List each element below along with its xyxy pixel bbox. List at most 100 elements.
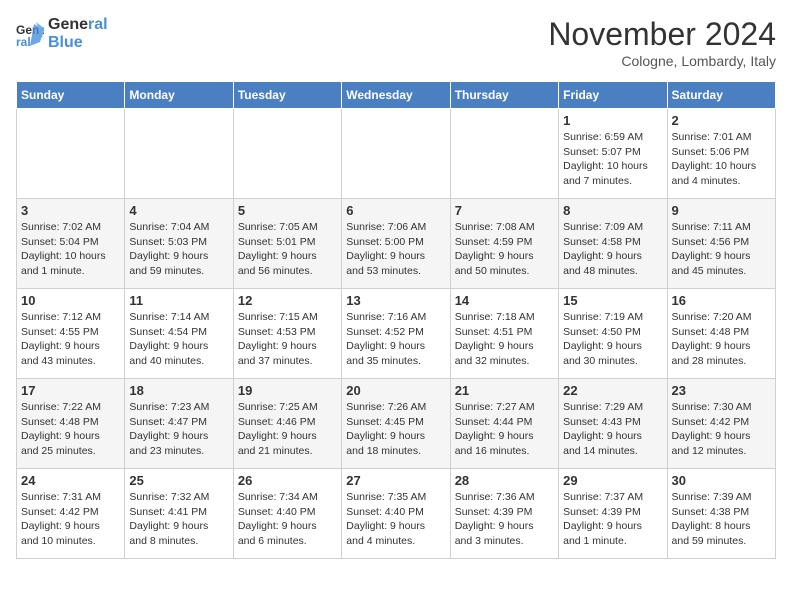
day-info: Sunrise: 7:34 AM Sunset: 4:40 PM Dayligh… <box>238 490 337 549</box>
calendar-cell: 25 Sunrise: 7:32 AM Sunset: 4:41 PM Dayli… <box>125 469 233 559</box>
calendar-cell <box>342 109 450 199</box>
calendar-cell: 27Sunrise: 7:35 AM Sunset: 4:40 PM Dayli… <box>342 469 450 559</box>
day-number: 8 <box>563 203 662 218</box>
svg-text:ral: ral <box>16 35 31 48</box>
day-info: Sunrise: 7:29 AM Sunset: 4:43 PM Dayligh… <box>563 400 662 459</box>
day-info: Sunrise: 7:37 AM Sunset: 4:39 PM Dayligh… <box>563 490 662 549</box>
day-number: 10 <box>21 293 120 308</box>
day-info: Sunrise: 7:23 AM Sunset: 4:47 PM Dayligh… <box>129 400 228 459</box>
calendar-cell <box>450 109 558 199</box>
day-number: 11 <box>129 293 228 308</box>
day-number: 14 <box>455 293 554 308</box>
month-title: November 2024 <box>548 16 776 53</box>
day-number: 12 <box>238 293 337 308</box>
calendar-cell: 8 Sunrise: 7:09 AM Sunset: 4:58 PM Daylig… <box>559 199 667 289</box>
day-info: Sunrise: 7:26 AM Sunset: 4:45 PM Dayligh… <box>346 400 445 459</box>
calendar-cell: 6Sunrise: 7:06 AM Sunset: 5:00 PM Daylig… <box>342 199 450 289</box>
weekday-header-row: SundayMondayTuesdayWednesdayThursdayFrid… <box>17 82 776 109</box>
day-info: Sunrise: 7:39 AM Sunset: 4:38 PM Dayligh… <box>672 490 771 549</box>
day-number: 3 <box>21 203 120 218</box>
calendar-cell: 26 Sunrise: 7:34 AM Sunset: 4:40 PM Dayli… <box>233 469 341 559</box>
day-info: Sunrise: 7:09 AM Sunset: 4:58 PM Dayligh… <box>563 220 662 279</box>
calendar-cell: 3 Sunrise: 7:02 AM Sunset: 5:04 PM Daylig… <box>17 199 125 289</box>
logo-icon: Gene ral <box>16 20 44 48</box>
calendar-cell: 22 Sunrise: 7:29 AM Sunset: 4:43 PM Dayli… <box>559 379 667 469</box>
calendar-cell: 18 Sunrise: 7:23 AM Sunset: 4:47 PM Dayli… <box>125 379 233 469</box>
calendar-cell: 16Sunrise: 7:20 AM Sunset: 4:48 PM Dayli… <box>667 289 775 379</box>
day-info: Sunrise: 7:14 AM Sunset: 4:54 PM Dayligh… <box>129 310 228 369</box>
day-info: Sunrise: 7:15 AM Sunset: 4:53 PM Dayligh… <box>238 310 337 369</box>
calendar-cell: 28 Sunrise: 7:36 AM Sunset: 4:39 PM Dayli… <box>450 469 558 559</box>
day-info: Sunrise: 7:11 AM Sunset: 4:56 PM Dayligh… <box>672 220 771 279</box>
weekday-header: Wednesday <box>342 82 450 109</box>
day-number: 5 <box>238 203 337 218</box>
page-header: Gene ral General Blue November 2024 Colo… <box>16 16 776 69</box>
day-number: 7 <box>455 203 554 218</box>
day-info: Sunrise: 6:59 AM Sunset: 5:07 PM Dayligh… <box>563 130 662 189</box>
day-info: Sunrise: 7:30 AM Sunset: 4:42 PM Dayligh… <box>672 400 771 459</box>
calendar-week-row: 1 Sunrise: 6:59 AM Sunset: 5:07 PM Daylig… <box>17 109 776 199</box>
day-number: 30 <box>672 473 771 488</box>
calendar-cell <box>125 109 233 199</box>
day-info: Sunrise: 7:05 AM Sunset: 5:01 PM Dayligh… <box>238 220 337 279</box>
day-info: Sunrise: 7:04 AM Sunset: 5:03 PM Dayligh… <box>129 220 228 279</box>
day-number: 15 <box>563 293 662 308</box>
day-info: Sunrise: 7:27 AM Sunset: 4:44 PM Dayligh… <box>455 400 554 459</box>
day-number: 22 <box>563 383 662 398</box>
day-info: Sunrise: 7:12 AM Sunset: 4:55 PM Dayligh… <box>21 310 120 369</box>
calendar-cell: 30 Sunrise: 7:39 AM Sunset: 4:38 PM Dayli… <box>667 469 775 559</box>
day-number: 19 <box>238 383 337 398</box>
calendar-cell: 20 Sunrise: 7:26 AM Sunset: 4:45 PM Dayli… <box>342 379 450 469</box>
day-info: Sunrise: 7:02 AM Sunset: 5:04 PM Dayligh… <box>21 220 120 279</box>
calendar-week-row: 24 Sunrise: 7:31 AM Sunset: 4:42 PM Dayli… <box>17 469 776 559</box>
day-info: Sunrise: 7:35 AM Sunset: 4:40 PM Dayligh… <box>346 490 445 549</box>
weekday-header: Thursday <box>450 82 558 109</box>
calendar-cell <box>17 109 125 199</box>
day-number: 26 <box>238 473 337 488</box>
day-number: 17 <box>21 383 120 398</box>
day-number: 21 <box>455 383 554 398</box>
location-subtitle: Cologne, Lombardy, Italy <box>548 53 776 69</box>
day-number: 9 <box>672 203 771 218</box>
day-info: Sunrise: 7:22 AM Sunset: 4:48 PM Dayligh… <box>21 400 120 459</box>
weekday-header: Friday <box>559 82 667 109</box>
calendar-cell: 4 Sunrise: 7:04 AM Sunset: 5:03 PM Daylig… <box>125 199 233 289</box>
calendar-cell: 24 Sunrise: 7:31 AM Sunset: 4:42 PM Dayli… <box>17 469 125 559</box>
calendar-cell: 13 Sunrise: 7:16 AM Sunset: 4:52 PM Dayli… <box>342 289 450 379</box>
day-info: Sunrise: 7:32 AM Sunset: 4:41 PM Dayligh… <box>129 490 228 549</box>
day-number: 20 <box>346 383 445 398</box>
day-number: 1 <box>563 113 662 128</box>
logo: Gene ral General Blue <box>16 16 108 51</box>
weekday-header: Tuesday <box>233 82 341 109</box>
day-number: 4 <box>129 203 228 218</box>
logo-blue: Blue <box>48 34 108 52</box>
calendar-cell: 29Sunrise: 7:37 AM Sunset: 4:39 PM Dayli… <box>559 469 667 559</box>
day-info: Sunrise: 7:08 AM Sunset: 4:59 PM Dayligh… <box>455 220 554 279</box>
calendar-cell: 15 Sunrise: 7:19 AM Sunset: 4:50 PM Dayli… <box>559 289 667 379</box>
calendar-cell: 23Sunrise: 7:30 AM Sunset: 4:42 PM Dayli… <box>667 379 775 469</box>
day-info: Sunrise: 7:36 AM Sunset: 4:39 PM Dayligh… <box>455 490 554 549</box>
calendar-week-row: 10 Sunrise: 7:12 AM Sunset: 4:55 PM Dayli… <box>17 289 776 379</box>
day-number: 18 <box>129 383 228 398</box>
calendar-cell: 17 Sunrise: 7:22 AM Sunset: 4:48 PM Dayli… <box>17 379 125 469</box>
day-number: 13 <box>346 293 445 308</box>
calendar-week-row: 3 Sunrise: 7:02 AM Sunset: 5:04 PM Daylig… <box>17 199 776 289</box>
day-info: Sunrise: 7:25 AM Sunset: 4:46 PM Dayligh… <box>238 400 337 459</box>
calendar-cell: 10 Sunrise: 7:12 AM Sunset: 4:55 PM Dayli… <box>17 289 125 379</box>
calendar-cell: 7 Sunrise: 7:08 AM Sunset: 4:59 PM Daylig… <box>450 199 558 289</box>
day-number: 16 <box>672 293 771 308</box>
calendar-cell: 21 Sunrise: 7:27 AM Sunset: 4:44 PM Dayli… <box>450 379 558 469</box>
weekday-header: Saturday <box>667 82 775 109</box>
day-number: 6 <box>346 203 445 218</box>
weekday-header: Monday <box>125 82 233 109</box>
calendar-table: SundayMondayTuesdayWednesdayThursdayFrid… <box>16 81 776 559</box>
weekday-header: Sunday <box>17 82 125 109</box>
calendar-cell: 14Sunrise: 7:18 AM Sunset: 4:51 PM Dayli… <box>450 289 558 379</box>
day-number: 25 <box>129 473 228 488</box>
day-number: 24 <box>21 473 120 488</box>
calendar-cell <box>233 109 341 199</box>
day-info: Sunrise: 7:16 AM Sunset: 4:52 PM Dayligh… <box>346 310 445 369</box>
day-number: 28 <box>455 473 554 488</box>
day-info: Sunrise: 7:19 AM Sunset: 4:50 PM Dayligh… <box>563 310 662 369</box>
day-info: Sunrise: 7:31 AM Sunset: 4:42 PM Dayligh… <box>21 490 120 549</box>
